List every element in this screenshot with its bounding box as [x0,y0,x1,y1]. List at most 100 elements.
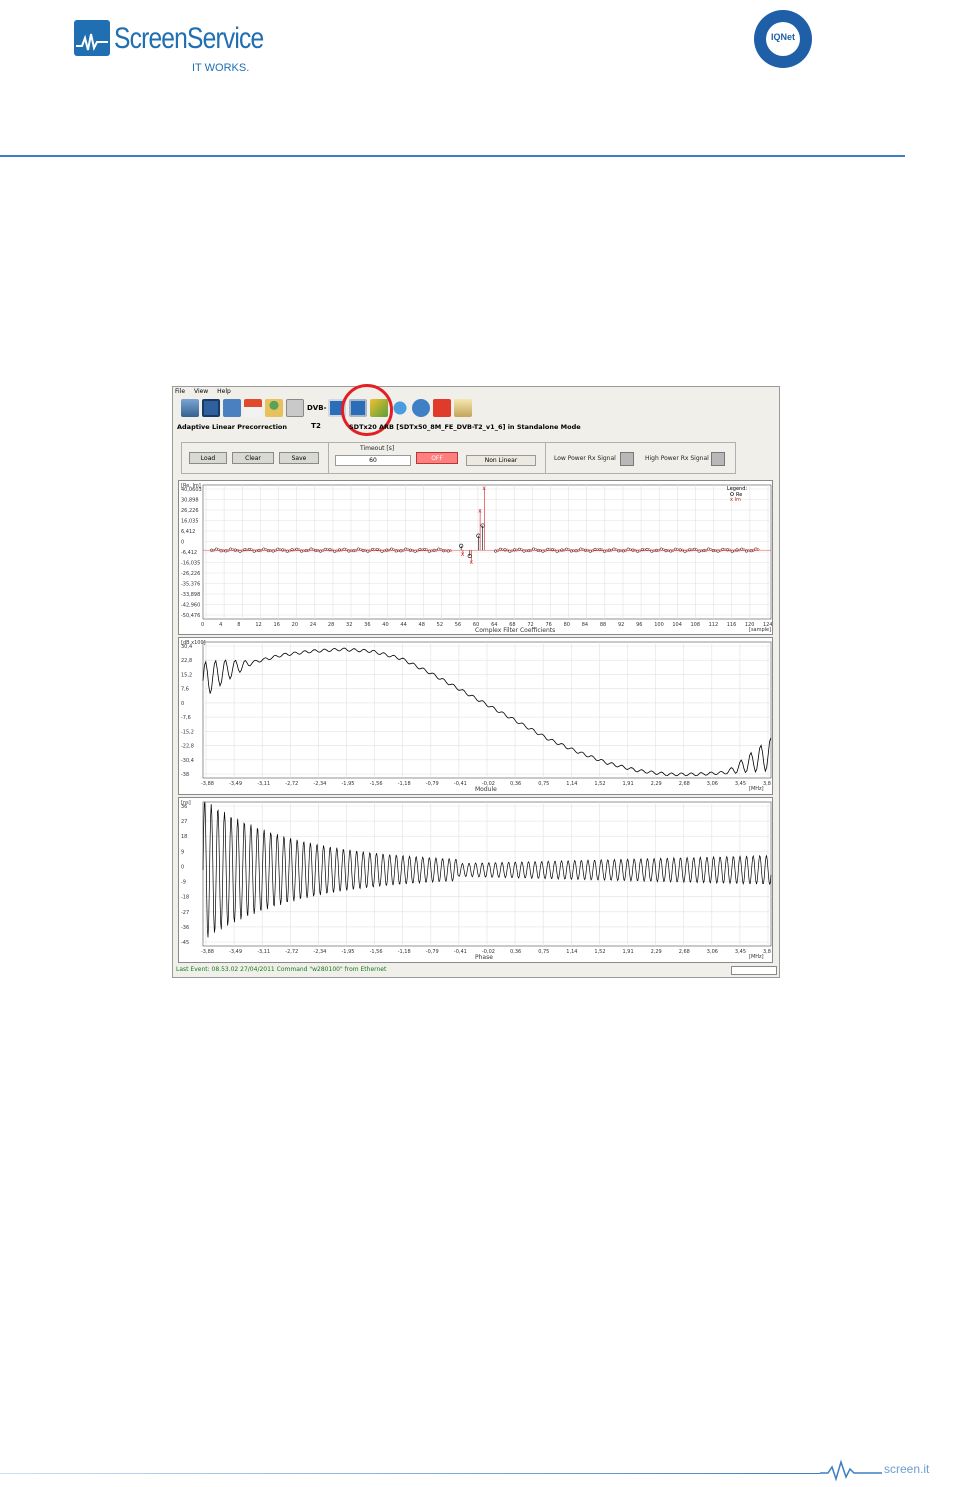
menu-file[interactable]: File [175,388,185,395]
x-tick-label: -2,34 [313,949,326,955]
y-tick-label: 9 [181,849,184,855]
y-tick-label: -45 [181,940,189,946]
im-peak-point: x [482,485,486,492]
folder-icon[interactable] [223,399,241,417]
footer-waveform-icon [820,1459,882,1482]
y-tick-label: -50,476 [181,613,200,619]
y-tick-label: -22,8 [181,744,194,750]
x-tick-label: -1,56 [370,781,383,787]
x-tick-label: 2,29 [651,781,662,787]
x-tick-label: 3,45 [735,781,746,787]
off-button[interactable]: OFF [416,452,458,464]
x-tick-label: 4 [219,622,222,628]
save-icon[interactable] [202,399,220,417]
y-tick-label: 27 [181,819,187,825]
edit-icon[interactable] [454,399,472,417]
x-tick-label: 44 [400,622,406,628]
x-tick-label: 104 [672,622,682,628]
coefficients-chart: 40,0603 30,898 26,226 16,035 6,412 0 -6,412 -16… [178,480,773,635]
x-tick-label: -2,72 [285,781,298,787]
y-tick-label: 18 [181,834,187,840]
x-tick-label: 1,91 [623,949,634,955]
x-tick-label: 28 [328,622,334,628]
y-tick-label: -9 [181,880,186,886]
printer-icon[interactable] [286,399,304,417]
phase-chart-svg: 36271890-9-18-27-36-45-3,88 -3,49 -3,11 -2,… [181,800,772,961]
x-tick-label: 88 [600,622,606,628]
home-icon[interactable] [244,399,262,417]
x-tick-label: 32 [346,622,352,628]
user-icon[interactable] [265,399,283,417]
x-tick-label: 1,14 [566,949,577,955]
y-tick-label: -35,376 [181,582,200,588]
module-chart-svg: 30,422,815,27,60-7,6-15,2-22,8-30,4-38-3… [181,640,772,793]
x-tick-label: -0,41 [454,781,467,787]
x-tick-label: 24 [310,622,316,628]
coefficients-chart-svg: 40,060330,89826,22616,0356,4120-6,412-16… [181,483,772,634]
footer-divider [0,1473,820,1474]
toolbar: DVB-T2 [181,399,475,430]
x-tick-label: 92 [618,622,624,628]
y-tick-label: 22,8 [181,658,192,664]
logo-waveform-icon [74,20,110,56]
status-bar-text: Last Event: 08.53.02 27/04/2011 Command … [176,966,387,973]
x-tick-label: 3,8 [763,949,771,955]
x-tick-label: 0,75 [538,781,549,787]
clear-button[interactable]: Clear [232,452,274,464]
x-tick-label: 3,8 [763,781,771,787]
save-button[interactable]: Save [279,452,319,464]
x-tick-label: 80 [564,622,570,628]
x-axis-label: Module [475,786,497,793]
im-peak-point: x [470,559,474,566]
dvb-t2-icon[interactable]: DVB-T2 [307,399,326,430]
y-tick-label: -16,035 [181,561,200,567]
x-tick-label: 8 [237,622,240,628]
load-button[interactable]: Load [189,452,227,464]
x-tick-label: 52 [437,622,443,628]
x-tick-label: -3,11 [257,949,270,955]
x-tick-label: 3,45 [735,949,746,955]
y-tick-label: -27 [181,910,189,916]
refresh-icon[interactable] [412,399,430,417]
globe-icon[interactable] [391,399,409,417]
x-tick-label: 0,36 [510,781,521,787]
timeout-label: Timeout [s] [360,445,395,452]
x-axis-label: Complex Filter Coefficients [475,627,555,634]
delete-icon[interactable] [433,399,451,417]
header-divider [0,155,905,157]
x-tick-label: 1,52 [594,949,605,955]
menu-bar: File View Help [175,388,238,398]
y-tick-label: 0 [181,540,184,546]
x-tick-label: 100 [654,622,664,628]
logo-text: ScreenService [114,22,264,55]
x-tick-label: 56 [455,622,461,628]
timeout-field[interactable]: 60 [335,455,411,466]
menu-help[interactable]: Help [217,388,231,395]
menu-view[interactable]: View [194,388,208,395]
y-tick-label: -33,898 [181,592,200,598]
low-power-indicator [620,452,634,466]
x-tick-label: 1,14 [566,781,577,787]
x-tick-label: 108 [690,622,700,628]
x-tick-label: -3,88 [201,781,214,787]
phase-chart: 36 27 18 9 0 -9 -18 -27 -36 -45 -3,88 -3,49 -3,11 -2,… [178,797,773,963]
x-tick-label: 1,91 [623,781,634,787]
x-tick-label: 1,52 [594,781,605,787]
app-window: File View Help DVB-T2 Adaptive Linear Pr… [172,384,780,978]
y-tick-label: -42,960 [181,603,200,609]
x-tick-label: 40 [382,622,388,628]
x-tick-label: 2,29 [651,949,662,955]
mode-field[interactable]: Non Linear [466,455,536,466]
iqnet-certification-seal: IQNet [754,10,812,68]
computer-icon[interactable] [181,399,199,417]
x-tick-label: -0,41 [454,949,467,955]
y-tick-label: -6,412 [181,550,197,556]
x-tick-label: 20 [292,622,298,628]
x-tick-label: 16 [274,622,280,628]
screenservice-logo: ScreenService IT WORKS. [74,14,264,78]
control-panel: Load Clear Save Timeout [s] 60 OFF Non L… [181,442,736,474]
x-unit-label: [sample] [749,627,771,633]
y-tick-label: 6,412 [181,529,195,535]
x-tick-label: 3,06 [707,949,718,955]
x-tick-label: 0,36 [510,949,521,955]
